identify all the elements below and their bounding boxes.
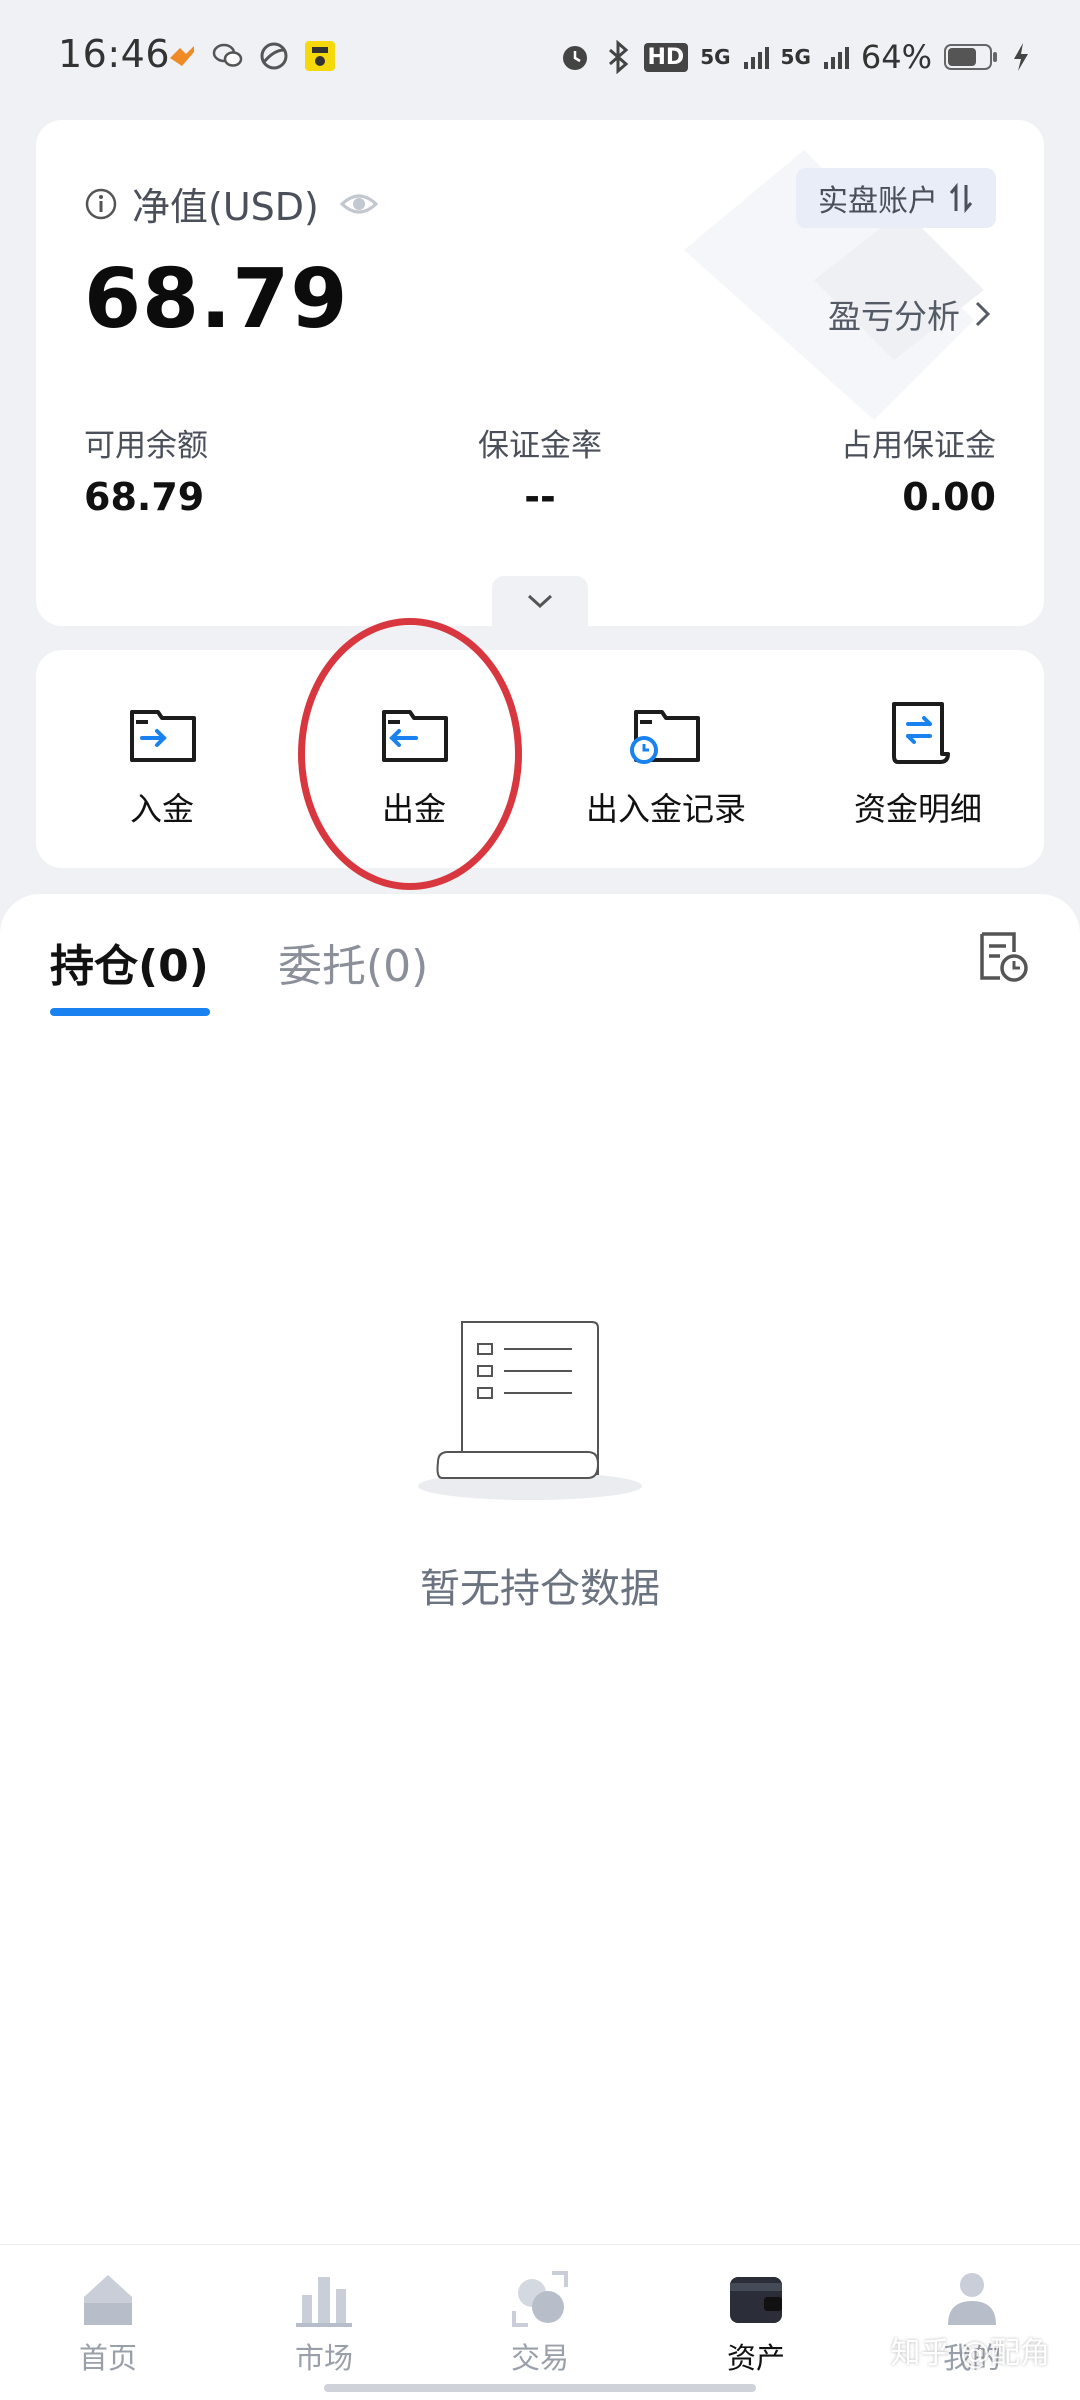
deposit-icon xyxy=(130,710,196,762)
highlight-annotation-circle xyxy=(298,618,522,890)
market-chart-icon xyxy=(296,2277,352,2327)
fund-details-label: 资金明细 xyxy=(853,790,982,828)
used-margin-value: 0.00 xyxy=(902,475,996,519)
nav-trade[interactable]: 交易 xyxy=(432,2245,648,2400)
trade-icon xyxy=(512,2271,568,2327)
eye-icon[interactable] xyxy=(339,184,379,224)
qq-app-icon xyxy=(304,40,336,72)
account-summary-card: 净值(USD) 实盘账户 68.79 盈亏分析 可用余额 68.79 保证金率 … xyxy=(36,120,1044,626)
net-value-label: 净值(USD) xyxy=(132,185,319,229)
deposit-button[interactable]: 入金 xyxy=(36,650,288,868)
tab-orders[interactable]: 委托(0) xyxy=(278,930,428,994)
fund-actions-card: 入金 出金 出入金记录 资金明细 xyxy=(36,650,1044,868)
charging-icon xyxy=(1012,42,1030,72)
active-tab-indicator xyxy=(50,1008,210,1016)
alarm-icon xyxy=(558,40,592,74)
net-value-amount: 68.79 xyxy=(84,252,349,347)
history-records-icon[interactable] xyxy=(974,928,1030,984)
signal-5g-label-2: 5G xyxy=(780,45,811,69)
chevron-right-icon xyxy=(975,301,991,327)
swap-icon xyxy=(949,183,973,213)
battery-percent: 64% xyxy=(860,38,932,76)
wallet-icon xyxy=(730,2277,782,2323)
expand-button[interactable] xyxy=(492,576,588,626)
pnl-analysis-link[interactable]: 盈亏分析 xyxy=(828,290,992,338)
nav-assets-label: 资产 xyxy=(726,2341,785,2375)
hd-badge: HD xyxy=(643,42,689,72)
notification-icons xyxy=(166,40,336,72)
net-value-header: 净值(USD) xyxy=(84,176,379,231)
status-bar: 16:46 HD 5G 5G 64% xyxy=(0,0,1080,118)
signal-bars-icon-2 xyxy=(823,44,849,70)
nav-home[interactable]: 首页 xyxy=(0,2245,216,2400)
swirl-app-icon xyxy=(258,40,290,72)
empty-document-icon xyxy=(418,1321,642,1500)
positions-panel: 持仓(0) 委托(0) 暂无持仓数据 xyxy=(0,894,1080,2244)
nav-profile[interactable]: 我的 xyxy=(864,2245,1080,2400)
deposit-label: 入金 xyxy=(129,790,194,828)
fund-records-label: 出入金记录 xyxy=(585,790,746,828)
wechat-icon xyxy=(212,40,244,72)
fund-details-icon xyxy=(892,702,950,764)
status-time: 16:46 xyxy=(58,32,171,76)
bottom-navigation: 首页 市场 交易 资产 我的 xyxy=(0,2244,1080,2400)
nav-market-label: 市场 xyxy=(294,2341,353,2375)
heart-app-icon xyxy=(166,40,198,72)
chevron-down-icon xyxy=(527,594,553,609)
profile-icon xyxy=(948,2273,996,2325)
pnl-analysis-label: 盈亏分析 xyxy=(828,297,960,336)
nav-home-label: 首页 xyxy=(78,2341,137,2375)
empty-state-message: 暂无持仓数据 xyxy=(420,1566,660,1612)
fund-records-icon xyxy=(630,710,700,764)
home-indicator-bar[interactable] xyxy=(324,2384,756,2392)
account-type-switch-button[interactable]: 实盘账户 xyxy=(796,168,996,228)
corner-watermark-text: 知乎 @配角 xyxy=(890,2336,1050,2371)
used-margin-label: 占用保证金 xyxy=(841,428,996,464)
signal-5g-label: 5G xyxy=(700,45,731,69)
info-icon[interactable] xyxy=(84,187,118,221)
fund-records-button[interactable]: 出入金记录 xyxy=(540,650,792,868)
signal-bars-icon xyxy=(743,44,769,70)
account-type-label: 实盘账户 xyxy=(818,184,938,219)
home-icon xyxy=(84,2275,132,2325)
tab-positions[interactable]: 持仓(0) xyxy=(50,930,209,994)
bluetooth-icon xyxy=(604,40,632,74)
nav-assets[interactable]: 资产 xyxy=(648,2245,864,2400)
used-margin: 占用保证金 0.00 xyxy=(841,420,996,519)
system-indicators: HD 5G 5G 64% xyxy=(558,38,1031,76)
nav-trade-label: 交易 xyxy=(510,2341,569,2375)
battery-icon xyxy=(944,42,1000,72)
nav-market[interactable]: 市场 xyxy=(216,2245,432,2400)
fund-details-button[interactable]: 资金明细 xyxy=(792,650,1044,868)
